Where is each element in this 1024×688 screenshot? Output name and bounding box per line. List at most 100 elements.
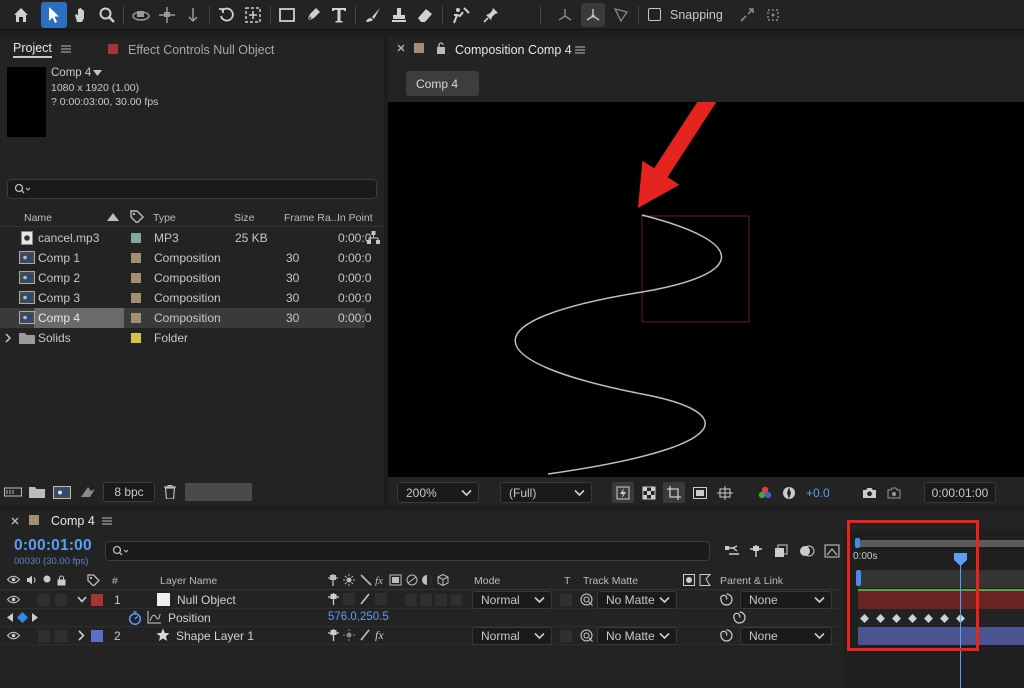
caret-down-icon[interactable] <box>93 70 103 76</box>
parent-dropdown[interactable]: None <box>740 591 832 609</box>
solo-icon[interactable] <box>43 575 51 586</box>
close-tab-icon[interactable] <box>11 517 19 525</box>
lock-checkbox[interactable] <box>55 594 67 606</box>
previous-keyframe-icon[interactable] <box>7 613 13 622</box>
property-row-position[interactable] <box>0 609 842 627</box>
transparency-grid-icon[interactable] <box>638 482 660 503</box>
snapping-checkbox[interactable] <box>648 8 661 21</box>
quality-switch-icon[interactable] <box>359 629 371 641</box>
close-tab-icon[interactable] <box>397 44 405 52</box>
pan-behind-icon[interactable] <box>242 4 264 26</box>
effect-switch[interactable] <box>375 593 387 605</box>
track-matte-pickwhip-icon[interactable] <box>580 593 593 606</box>
3d-switch[interactable] <box>450 594 462 606</box>
viewer-timecode[interactable]: 0:00:01:00 <box>924 482 996 503</box>
label-swatch[interactable] <box>131 333 141 343</box>
layer-label-swatch[interactable] <box>91 594 103 606</box>
current-time-display[interactable]: 0:00:01:00 <box>14 537 92 555</box>
tab-composition[interactable]: Composition Comp 4 <box>455 43 572 57</box>
rotation-tool-icon[interactable] <box>216 4 238 26</box>
parent-dropdown[interactable]: None <box>740 627 832 645</box>
layer-label-swatch[interactable] <box>91 630 103 642</box>
frame-blend-switch[interactable] <box>405 594 417 606</box>
pen-tool-icon[interactable] <box>302 4 324 26</box>
sort-ascending-icon[interactable] <box>107 213 119 221</box>
project-item-comp-4[interactable]: Comp 4 Composition 30 0:00:0 <box>0 308 371 328</box>
chevron-right-icon[interactable] <box>5 333 11 343</box>
quality-switch-icon[interactable] <box>359 593 371 605</box>
track-matte-dropdown[interactable]: No Matte <box>597 591 677 609</box>
selection-tool-icon[interactable] <box>41 2 67 28</box>
col-header-type[interactable]: Type <box>153 212 176 224</box>
effect-fx-icon[interactable]: fx <box>375 629 389 641</box>
layer-visibility-eye-icon[interactable] <box>7 631 20 640</box>
label-column-icon[interactable] <box>130 210 144 223</box>
home-icon[interactable] <box>10 4 32 26</box>
draft-3d-icon[interactable] <box>746 542 766 560</box>
orbit-camera-icon[interactable] <box>130 4 152 26</box>
snapshot-camera-icon[interactable] <box>859 482 879 503</box>
col-header-size[interactable]: Size <box>234 212 254 224</box>
motion-blur-switch[interactable] <box>420 594 432 606</box>
project-item-comp-2[interactable]: Comp 2 Composition 30 0:00:0 <box>0 268 384 288</box>
panel-menu-icon[interactable] <box>575 46 585 54</box>
col-header-in-point[interactable]: In Point <box>337 212 373 224</box>
world-axis-icon[interactable] <box>581 3 605 27</box>
bit-depth-button[interactable]: 8 bpc <box>103 482 155 502</box>
layer-name[interactable]: Null Object <box>177 593 236 607</box>
project-item-comp-1[interactable]: Comp 1 Composition 30 0:00:0 <box>0 248 384 268</box>
expand-chevron-icon[interactable] <box>78 630 85 641</box>
layer-row-shape-layer-1[interactable] <box>0 627 842 645</box>
preserve-transparency-checkbox[interactable] <box>560 630 572 642</box>
eraser-icon[interactable] <box>414 4 436 26</box>
clone-stamp-icon[interactable] <box>388 4 410 26</box>
label-swatch[interactable] <box>131 233 141 243</box>
blend-mode-dropdown[interactable]: Normal <box>472 627 552 645</box>
snap-features-icon[interactable] <box>762 4 784 26</box>
label-swatch[interactable] <box>131 273 141 283</box>
graph-editor-icon[interactable] <box>147 611 161 624</box>
brush-tool-icon[interactable] <box>362 4 384 26</box>
hand-tool-icon[interactable] <box>70 4 92 26</box>
layer-visibility-eye-icon[interactable] <box>7 595 20 604</box>
add-keyframe-icon[interactable] <box>17 612 28 623</box>
blend-mode-dropdown[interactable]: Normal <box>472 591 552 609</box>
shy-switch-icon[interactable] <box>328 593 339 605</box>
solo-checkbox[interactable] <box>38 630 50 642</box>
lock-checkbox[interactable] <box>55 630 67 642</box>
magnification-dropdown[interactable]: 200% <box>397 482 479 503</box>
property-value[interactable]: 576.0,250.5 <box>328 611 389 623</box>
comp-flowchart-icon[interactable] <box>722 542 742 560</box>
project-item-solids[interactable]: Solids Folder <box>0 328 384 348</box>
collapse-sun-icon[interactable] <box>343 629 355 641</box>
preserve-transparency-checkbox[interactable] <box>560 594 572 606</box>
region-of-interest-icon[interactable] <box>663 482 685 503</box>
label-swatch[interactable] <box>131 253 141 263</box>
label-swatch[interactable] <box>131 313 141 323</box>
tab-effect-controls[interactable]: Effect Controls Null Object <box>128 43 274 57</box>
zoom-tool-icon[interactable] <box>96 4 118 26</box>
solo-checkbox[interactable] <box>38 594 50 606</box>
motion-blur-icon[interactable] <box>822 542 842 560</box>
col-header-frame-rate[interactable]: Frame Ra... <box>284 212 339 224</box>
pan-camera-icon[interactable] <box>156 4 178 26</box>
label-column-icon[interactable] <box>87 574 100 586</box>
project-settings-icon[interactable] <box>78 484 98 500</box>
collapse-chevron-icon[interactable] <box>77 596 87 603</box>
view-axis-icon[interactable] <box>610 4 632 26</box>
label-swatch[interactable] <box>131 293 141 303</box>
shy-switch-icon[interactable] <box>328 629 339 641</box>
project-footer-scroll-field[interactable] <box>185 483 252 501</box>
panel-menu-icon[interactable] <box>102 517 112 525</box>
expression-pickwhip-icon[interactable] <box>733 611 746 624</box>
tab-timeline-comp-4[interactable]: Comp 4 <box>51 514 95 528</box>
stopwatch-icon[interactable] <box>128 611 142 625</box>
col-header-name[interactable]: Name <box>24 212 52 224</box>
project-search-input[interactable] <box>7 179 377 199</box>
new-folder-icon[interactable] <box>28 484 46 500</box>
roto-brush-icon[interactable] <box>449 4 473 26</box>
color-channels-icon[interactable] <box>755 482 775 503</box>
type-tool-icon[interactable] <box>328 4 350 26</box>
parent-pickwhip-icon[interactable] <box>720 629 733 642</box>
col-header-layer-name[interactable]: Layer Name <box>160 575 217 587</box>
